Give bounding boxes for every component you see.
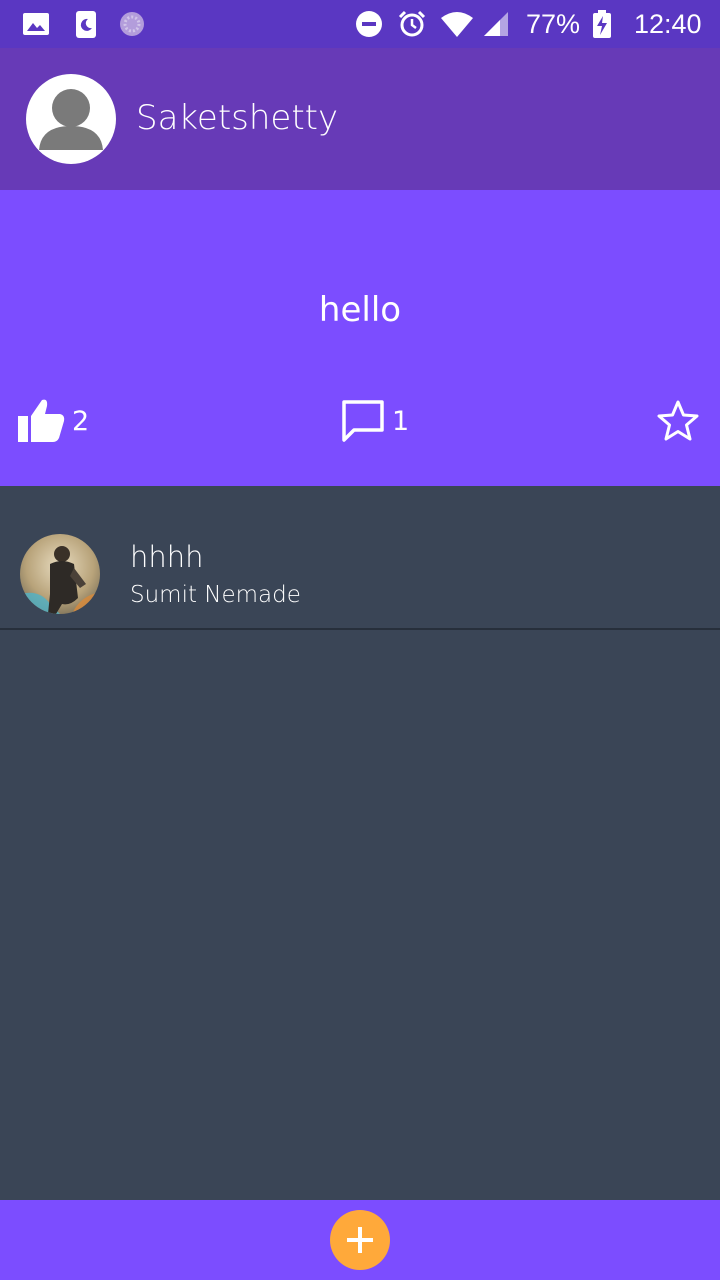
- star-icon: [657, 400, 699, 441]
- favorite-button[interactable]: [656, 398, 700, 444]
- like-count: 2: [72, 405, 90, 437]
- gallery-icon: [23, 13, 49, 35]
- battery-percent: 77%: [526, 9, 581, 39]
- app-header: Saketshetty: [0, 48, 720, 190]
- comment-author: Sumit Nemade: [130, 582, 301, 608]
- comment-icon: [342, 400, 384, 442]
- comment-text: hhhh: [130, 540, 204, 574]
- avatar[interactable]: [26, 74, 116, 164]
- comment-button[interactable]: 1: [340, 398, 409, 444]
- username: Saketshetty: [136, 98, 339, 138]
- do-not-disturb-icon: [356, 11, 382, 37]
- signal-icon: [484, 12, 508, 36]
- post-card[interactable]: hello 2 1: [0, 190, 720, 486]
- thumbs-up-icon: [18, 399, 65, 442]
- battery-icon: [593, 10, 611, 38]
- comment-count: 1: [392, 405, 410, 437]
- user-photo-icon: [20, 534, 100, 614]
- post-text: hello: [318, 290, 402, 330]
- comment-avatar[interactable]: [20, 534, 100, 614]
- plus-icon: [347, 1227, 373, 1253]
- default-avatar-icon: [39, 89, 103, 150]
- list-item[interactable]: hhhh Sumit Nemade: [0, 486, 720, 630]
- sync-icon: [120, 12, 144, 36]
- clock: 12:40: [634, 9, 702, 39]
- phone-moon-icon: [76, 11, 96, 38]
- bottom-bar: [0, 1200, 720, 1280]
- wifi-icon: [441, 12, 473, 37]
- status-bar: 77% 12:40: [0, 0, 720, 48]
- alarm-icon: [398, 10, 426, 37]
- like-button[interactable]: 2: [16, 398, 89, 444]
- add-comment-button[interactable]: [330, 1210, 390, 1270]
